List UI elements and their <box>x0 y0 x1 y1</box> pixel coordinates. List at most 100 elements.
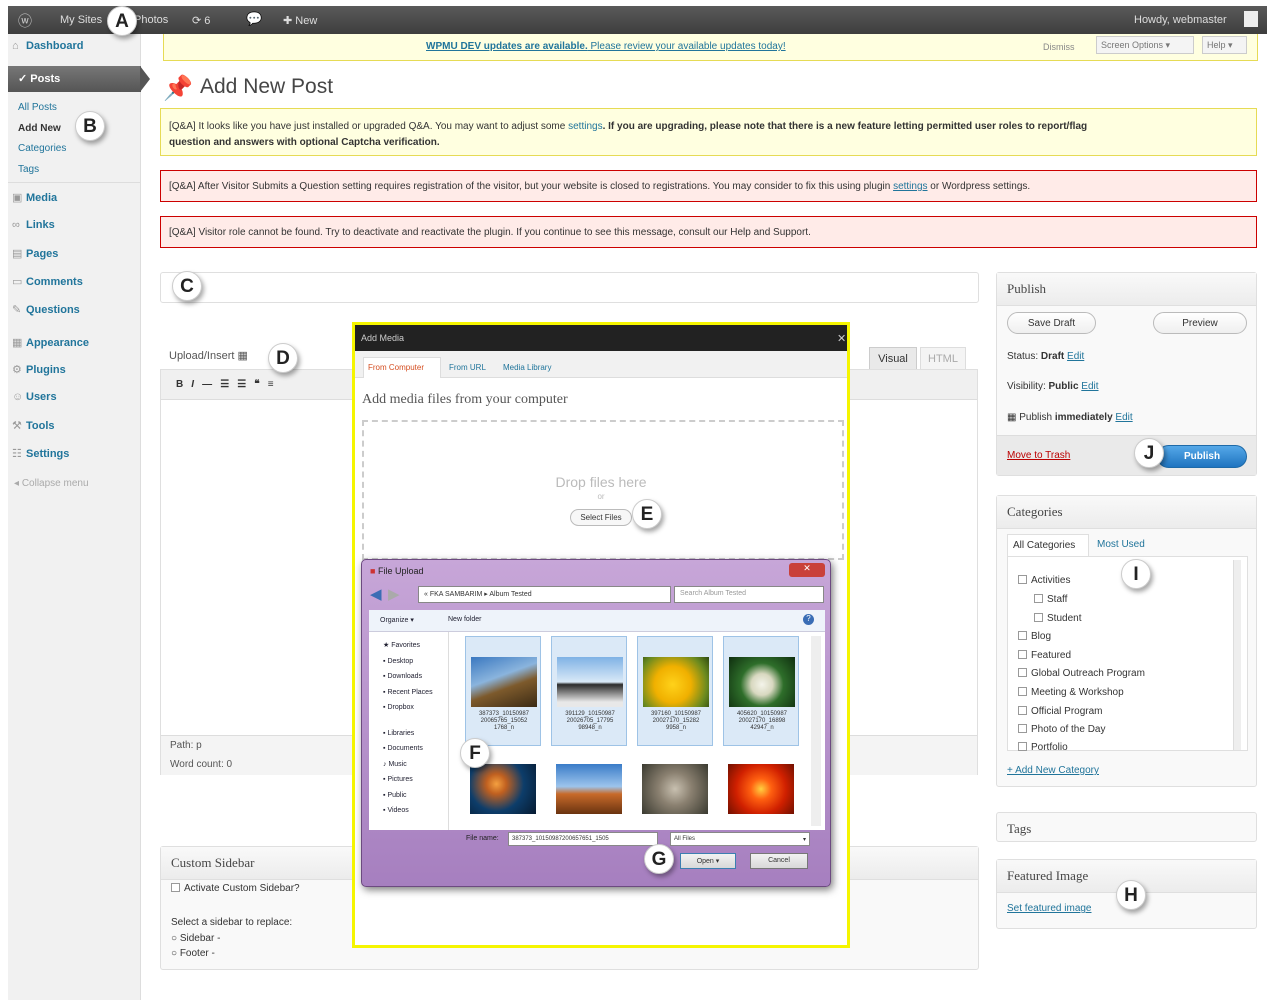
category-item[interactable]: Photo of the Day <box>1018 724 1106 735</box>
tab-from-computer[interactable]: From Computer <box>363 357 441 378</box>
plugin-settings-link[interactable]: settings <box>893 181 927 192</box>
new-content-link[interactable]: ✚ New <box>283 14 317 27</box>
menu-plugins[interactable]: ⚙ Plugins <box>12 363 145 376</box>
comments-icon[interactable]: 💬 <box>246 11 262 27</box>
submenu-tags[interactable]: Tags <box>18 164 151 175</box>
my-sites-link[interactable]: My Sites <box>60 14 102 26</box>
cancel-button[interactable]: Cancel <box>750 853 808 869</box>
checkbox[interactable] <box>1018 724 1027 733</box>
menu-pages[interactable]: ▤ Pages <box>12 247 145 260</box>
menu-media[interactable]: ▣ Media <box>12 191 145 204</box>
back-icon[interactable]: ◀ <box>370 585 382 603</box>
blockquote-button[interactable]: ❝ <box>254 379 259 390</box>
menu-appearance[interactable]: ▦ Appearance <box>12 336 145 349</box>
nav-downloads[interactable]: ▪ Downloads <box>383 669 448 685</box>
nav-dropbox[interactable]: ▪ Dropbox <box>383 700 448 716</box>
add-media-icon[interactable]: ▦ <box>238 350 248 362</box>
radio-sidebar[interactable]: ○ Sidebar - <box>171 933 220 944</box>
close-icon[interactable]: ✕ <box>837 332 846 345</box>
preview-button[interactable]: Preview <box>1153 312 1247 334</box>
window-close-button[interactable]: ✕ <box>789 563 825 577</box>
open-button[interactable]: Open ▾ <box>680 853 736 869</box>
updates-icon[interactable]: ⟳ 6 <box>192 14 210 27</box>
bold-button[interactable]: B <box>176 379 183 390</box>
tab-from-url[interactable]: From URL <box>449 363 486 372</box>
file-type-select[interactable]: All Files ▾ <box>670 832 810 846</box>
tab-visual[interactable]: Visual <box>869 347 917 369</box>
checkbox[interactable] <box>171 883 180 892</box>
file-thumbnail[interactable] <box>551 756 627 826</box>
menu-posts[interactable]: ✓ Posts <box>8 66 141 92</box>
submenu-categories[interactable]: Categories <box>18 143 151 154</box>
checkbox[interactable] <box>1034 594 1043 603</box>
edit-status-link[interactable]: Edit <box>1067 351 1084 362</box>
organize-menu[interactable]: Organize ▾ <box>380 616 414 624</box>
move-to-trash-link[interactable]: Move to Trash <box>1007 450 1070 461</box>
numbered-list-button[interactable]: ☰ <box>237 379 246 390</box>
file-thumbnail[interactable]: 387373_10150987 20065765_15052 1768_n <box>465 636 541 746</box>
set-featured-image-link[interactable]: Set featured image <box>1007 903 1092 914</box>
menu-comments[interactable]: ▭ Comments <box>12 275 145 288</box>
select-files-button[interactable]: Select Files <box>570 509 632 526</box>
italic-button[interactable]: I <box>191 379 194 390</box>
new-folder-button[interactable]: New folder <box>448 616 481 623</box>
checkbox[interactable] <box>1018 575 1027 584</box>
settings-link[interactable]: settings <box>568 121 602 132</box>
site-link[interactable]: Photos <box>134 14 168 26</box>
nav-public[interactable]: ▪ Public <box>383 788 448 804</box>
publish-button[interactable]: Publish <box>1157 445 1247 468</box>
file-thumbnail[interactable] <box>637 756 713 826</box>
forward-icon[interactable]: ▶ <box>388 585 400 603</box>
edit-visibility-link[interactable]: Edit <box>1081 381 1098 392</box>
category-item[interactable]: Student <box>1034 613 1081 624</box>
howdy-user[interactable]: Howdy, webmaster <box>1134 14 1227 26</box>
checkbox[interactable] <box>1018 687 1027 696</box>
menu-links[interactable]: ∞ Links <box>12 219 145 231</box>
checkbox[interactable] <box>1018 742 1027 751</box>
menu-tools[interactable]: ⚒ Tools <box>12 419 145 432</box>
nav-libraries[interactable]: ▪ Libraries <box>383 726 448 742</box>
radio-footer[interactable]: ○ Footer - <box>171 948 215 959</box>
save-draft-button[interactable]: Save Draft <box>1007 312 1096 334</box>
category-item[interactable]: Blog <box>1018 631 1051 642</box>
file-thumbnail[interactable]: 397160_10150987 20027170_15282 9958_n <box>637 636 713 746</box>
checkbox[interactable] <box>1018 650 1027 659</box>
category-item[interactable]: Staff <box>1034 594 1067 605</box>
tab-media-library[interactable]: Media Library <box>503 363 551 372</box>
menu-dashboard[interactable]: ⌂ Dashboard <box>12 40 145 52</box>
wordpress-logo-icon[interactable]: ⓦ <box>18 11 32 31</box>
tab-all-categories[interactable]: All Categories <box>1007 534 1089 556</box>
drop-zone[interactable] <box>362 420 844 560</box>
activate-custom-sidebar[interactable]: Activate Custom Sidebar? <box>171 883 300 894</box>
post-title-input[interactable] <box>160 272 979 303</box>
tab-html[interactable]: HTML <box>920 347 966 369</box>
nav-favorites[interactable]: ★ Favorites <box>383 638 448 654</box>
file-thumbnail[interactable]: 391129_10150987 20026705_17795 98948_n <box>551 636 627 746</box>
file-name-input[interactable]: 387373_10150987200657651_1505 <box>508 832 658 846</box>
checkbox[interactable] <box>1018 668 1027 677</box>
nav-videos[interactable]: ▪ Videos <box>383 803 448 819</box>
category-item[interactable]: Official Program <box>1018 706 1103 717</box>
dismiss-link[interactable]: Dismiss <box>1043 42 1075 52</box>
file-thumbnail[interactable] <box>723 756 799 826</box>
align-left-button[interactable]: ≡ <box>268 379 274 390</box>
avatar[interactable] <box>1244 11 1258 27</box>
tags-title[interactable]: Tags <box>997 813 1256 845</box>
screen-options-button[interactable]: Screen Options ▾ <box>1096 36 1194 54</box>
category-item[interactable]: Global Outreach Program <box>1018 668 1145 679</box>
update-notice[interactable]: WPMU DEV updates are available. Please r… <box>426 41 786 52</box>
search-input[interactable]: Search Album Tested <box>674 586 824 603</box>
nav-pictures[interactable]: ▪ Pictures <box>383 772 448 788</box>
bullet-list-button[interactable]: ☰ <box>220 379 229 390</box>
checkbox[interactable] <box>1034 613 1043 622</box>
checkbox[interactable] <box>1018 631 1027 640</box>
edit-schedule-link[interactable]: Edit <box>1115 412 1132 423</box>
menu-questions[interactable]: ✎ Questions <box>12 303 145 316</box>
menu-users[interactable]: ☺ Users <box>12 391 145 403</box>
strikethrough-button[interactable]: — <box>202 379 212 390</box>
nav-recent-places[interactable]: ▪ Recent Places <box>383 685 448 701</box>
help-button[interactable]: Help ▾ <box>1202 36 1247 54</box>
file-thumbnail[interactable]: 405620_10150987 20027170_16898 42947_n <box>723 636 799 746</box>
collapse-menu[interactable]: ◂ Collapse menu <box>14 478 147 489</box>
category-item[interactable]: Featured <box>1018 650 1071 661</box>
